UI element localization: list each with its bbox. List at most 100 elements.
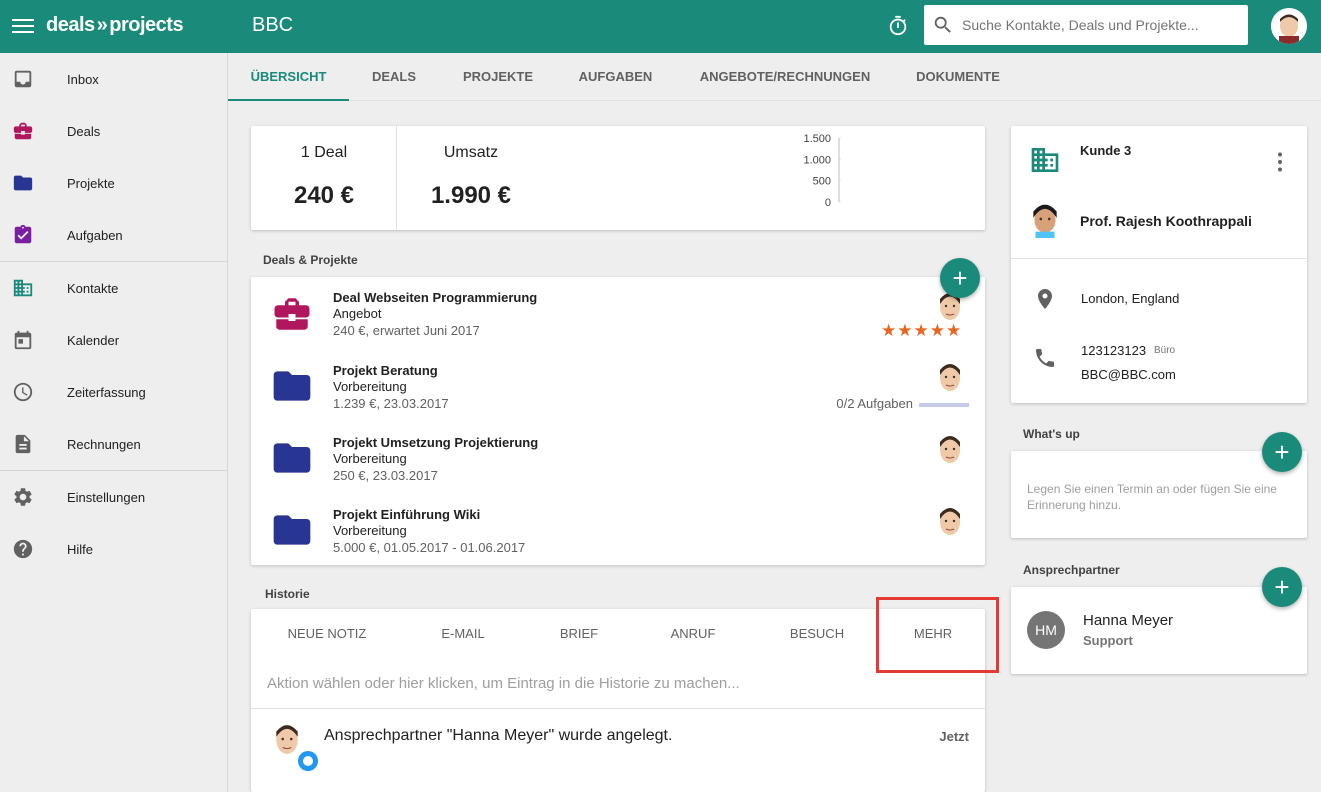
deal-status: Angebot: [333, 306, 382, 321]
calendar-icon: [14, 330, 32, 350]
search-input[interactable]: [962, 17, 1232, 33]
y-tick-label: 1.500: [803, 133, 831, 145]
tab-bar: ÜBERSICHT DEALS PROJEKTE AUFGABEN ANGEBO…: [228, 53, 1321, 101]
historie-card: NEUE NOTIZ E-MAIL BRIEF ANRUF BESUCH MEH…: [251, 609, 985, 792]
y-tick-label: 500: [813, 176, 831, 188]
checklist-icon: [14, 224, 32, 244]
tab-aufgaben[interactable]: AUFGABEN: [568, 53, 663, 101]
tab-dokumente[interactable]: DOKUMENTE: [908, 53, 1008, 101]
revenue-cell: Umsatz 1.990 €: [398, 126, 544, 230]
historie-heading: Historie: [265, 587, 310, 601]
sidebar-item-label: Inbox: [67, 71, 99, 87]
sidebar-item-label: Rechnungen: [67, 436, 141, 452]
letter-button[interactable]: BRIEF: [529, 609, 629, 659]
tab-deals[interactable]: DEALS: [359, 53, 429, 101]
call-button[interactable]: ANRUF: [643, 609, 743, 659]
historie-entry-text: Ansprechpartner "Hanna Meyer" wurde ange…: [324, 727, 673, 744]
contact-role: Support: [1083, 633, 1133, 648]
tab-uebersicht[interactable]: ÜBERSICHT: [228, 53, 349, 101]
plus-icon: +: [1274, 437, 1290, 467]
historie-entry[interactable]: Ansprechpartner "Hanna Meyer" wurde ange…: [251, 709, 985, 792]
folder-icon: [273, 371, 311, 401]
plus-icon: +: [952, 263, 968, 293]
search-icon: [934, 16, 951, 33]
add-contact-button[interactable]: +: [1262, 567, 1302, 607]
contact-person-name[interactable]: Prof. Rajesh Koothrappali: [1080, 213, 1252, 229]
visit-button[interactable]: BESUCH: [767, 609, 867, 659]
revenue-chart: 1.5001.0005000JulAugSepOktNovDezJanFebMr…: [803, 133, 841, 209]
sidebar-item-label: Hilfe: [67, 541, 94, 557]
user-avatar[interactable]: [1271, 8, 1307, 44]
sidebar-item-zeiterfassung[interactable]: Zeiterfassung: [0, 366, 227, 418]
folder-icon: [13, 175, 33, 191]
sidebar-item-label: Kontakte: [67, 280, 119, 296]
customer-email[interactable]: BBC@BBC.com: [1081, 367, 1176, 382]
project-status: Vorbereitung: [333, 451, 407, 466]
revenue-value: 1.990 €: [430, 182, 512, 209]
timer-icon[interactable]: [887, 14, 909, 38]
hamburger-menu-icon[interactable]: [12, 16, 34, 36]
sidebar-item-label: Einstellungen: [67, 489, 146, 505]
deals-projects-card: Deal Webseiten Programmierung Angebot 24…: [251, 277, 985, 565]
sidebar-item-hilfe[interactable]: Hilfe: [0, 523, 227, 575]
sidebar-item-aufgaben[interactable]: Aufgaben: [0, 209, 227, 261]
gear-icon: [14, 488, 32, 506]
search-box: [924, 5, 1248, 45]
project-title: Projekt Beratung: [333, 363, 438, 378]
deal-meta: 240 €, erwartet Juni 2017: [333, 323, 480, 338]
customer-location: London, England: [1081, 291, 1180, 306]
logo-separator: »: [96, 14, 108, 36]
new-note-button[interactable]: NEUE NOTIZ: [271, 609, 383, 659]
building-icon: [13, 279, 33, 297]
sidebar-item-label: Aufgaben: [67, 227, 123, 243]
add-deal-project-button[interactable]: +: [940, 258, 980, 298]
whatsup-card[interactable]: Legen Sie einen Termin an oder fügen Sie…: [1011, 451, 1307, 538]
deal-row[interactable]: Deal Webseiten Programmierung Angebot 24…: [251, 277, 985, 349]
tab-angebote-rechnungen[interactable]: ANGEBOTE/RECHNUNGEN: [690, 53, 880, 101]
add-reminder-button[interactable]: +: [1262, 432, 1302, 472]
briefcase-icon: [13, 122, 33, 140]
document-icon: [15, 434, 31, 454]
project-status: Vorbereitung: [333, 379, 407, 394]
tab-projekte[interactable]: PROJEKTE: [453, 53, 543, 101]
sidebar-item-label: Kalender: [67, 332, 120, 348]
folder-icon: [273, 515, 311, 545]
sidebar-item-einstellungen[interactable]: Einstellungen: [0, 471, 227, 523]
sidebar-item-inbox[interactable]: Inbox: [0, 53, 227, 105]
inbox-icon: [14, 70, 32, 88]
ansprechpartner-card[interactable]: HM Hanna Meyer Support: [1011, 587, 1307, 674]
sidebar-item-kontakte[interactable]: Kontakte: [0, 262, 227, 314]
project-row[interactable]: Projekt Umsetzung Projektierung Vorberei…: [251, 422, 985, 494]
owner-avatar: [940, 436, 960, 463]
project-row[interactable]: Projekt Einführung Wiki Vorbereitung 5.0…: [251, 494, 985, 566]
rating-stars[interactable]: ★★★★★: [881, 321, 962, 341]
logo-deals: deals: [46, 14, 95, 36]
sidebar-item-projekte[interactable]: Projekte: [0, 157, 227, 209]
contact-name: Hanna Meyer: [1083, 612, 1174, 629]
status-circle-icon: [298, 751, 318, 771]
sidebar-item-rechnungen[interactable]: Rechnungen: [0, 418, 227, 470]
customer-name[interactable]: Kunde 3: [1080, 143, 1131, 158]
historie-input[interactable]: Aktion wählen oder hier klicken, um Eint…: [267, 675, 740, 692]
help-icon: [13, 539, 33, 559]
divider: [1011, 258, 1307, 259]
sidebar: Inbox Deals Projekte Aufgaben Kontakte K…: [0, 53, 228, 792]
project-row[interactable]: Projekt Beratung Vorbereitung 1.239 €, 2…: [251, 350, 985, 422]
sidebar-item-kalender[interactable]: Kalender: [0, 314, 227, 366]
ansprechpartner-heading: Ansprechpartner: [1023, 563, 1120, 577]
deal-value: 240 €: [293, 182, 355, 209]
customer-phone[interactable]: 123123123: [1081, 343, 1146, 358]
deal-title: Deal Webseiten Programmierung: [333, 290, 538, 305]
sidebar-item-deals[interactable]: Deals: [0, 105, 227, 157]
phone-type: Büro: [1154, 345, 1176, 356]
sidebar-item-label: Zeiterfassung: [67, 384, 146, 400]
deals-projects-heading: Deals & Projekte: [263, 253, 358, 267]
task-count: 0/2 Aufgaben: [836, 396, 913, 411]
app-logo[interactable]: deals» projects: [46, 14, 184, 37]
deal-count-cell: 1 Deal 240 €: [251, 126, 397, 230]
building-icon: [1031, 148, 1059, 172]
customer-card: Kunde 3 Prof. Rajesh Koothrappali London…: [1011, 126, 1307, 403]
task-progress-bar: [919, 403, 969, 407]
email-button[interactable]: E-MAIL: [409, 609, 517, 659]
more-vert-icon[interactable]: [1271, 152, 1289, 172]
